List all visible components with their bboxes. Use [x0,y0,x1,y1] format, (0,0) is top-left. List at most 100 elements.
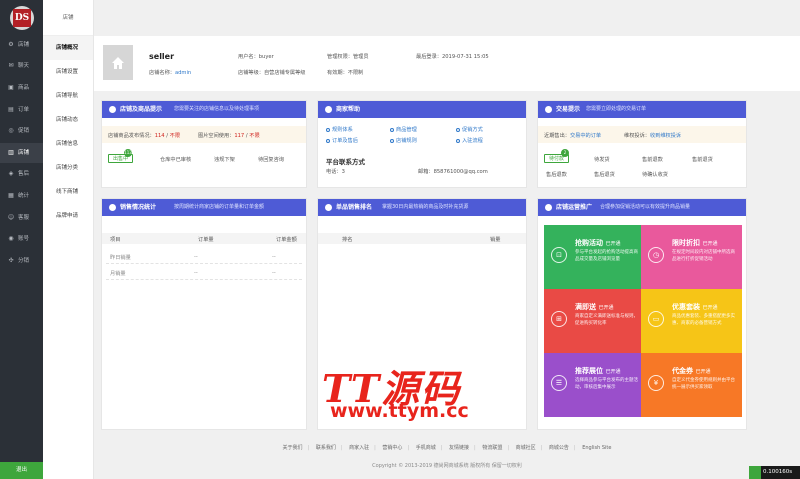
store-name-field: 店铺名称：admin [149,70,192,76]
sidebar-item-store[interactable]: ▥ 店铺 [0,143,43,163]
pre-refund-link[interactable]: 售前退款 [642,156,663,163]
divider [106,263,302,264]
subnav-item-categories[interactable]: 店铺分类 [43,156,93,180]
col-order-count: 订单量 [198,237,214,243]
subnav-item-settings[interactable]: 店铺设置 [43,60,93,84]
sidebar-item-goods[interactable]: ▣ 商品 [0,78,43,98]
ticket-icon: ▭ [648,311,664,327]
help-link-promo[interactable]: 促销方式 [456,126,483,133]
sidebar-item-orders[interactable]: ▤ 订单 [0,100,43,120]
help-link-store-rules[interactable]: 店铺规则 [390,137,417,144]
promo-tile-voucher[interactable]: ¥ 代金券 已开通 自定义代金券使用规则并由平台统一展示供买家领取 [641,353,742,417]
warehouse-link[interactable]: 仓库中已审核 [160,156,191,163]
sidebar-item-after-sales[interactable]: ◈ 售后 [0,164,43,184]
col-order-amount: 订单金额 [276,237,297,243]
promotion-panel: 店铺运营推广 合理参加促销活动可以有效提升商品销量 ⊡ 抢购活动 已开通 参与平台… [537,198,747,430]
subnav-item-info[interactable]: 店铺信息 [43,132,93,156]
footer-link[interactable]: 联系我们 [316,445,336,451]
col-item: 项目 [110,237,121,243]
user-icon: ◉ [8,235,14,242]
panel-header: 店铺运营推广 合理参加促销活动可以有效提升商品销量 [538,199,746,216]
promo-tile-time-discount[interactable]: ◷ 限时折扣 已开通 在规定时间段内对店铺中所选商品进行打折促销活动 [641,225,742,289]
debug-timer[interactable]: 0.100160s [749,466,800,479]
subnav-item-overview[interactable]: 店铺概况 [43,36,93,60]
main-sidebar: DS ⚙ 店铺 ✉ 聊天 ▣ 商品 ▤ 订单 ◎ 促销 ▥ 店铺 ◈ 售后 ▦ 统计 ☺ 客服 ◉… [0,0,43,479]
sidebar-item-promotion[interactable]: ◎ 促销 [0,121,43,141]
footer-link[interactable]: 商城社区 [516,445,536,451]
subnav-item-dynamics[interactable]: 店铺动态 [43,108,93,132]
footer-link[interactable]: 商家入驻 [349,445,369,451]
bag-icon: ⊡ [551,247,567,263]
merchant-help-panel: 商家帮助 规则体系 商品管理 促销方式 订单及售后 店铺规则 入驻流程 平台联系… [317,100,527,188]
store-icon [112,57,124,69]
sidebar-item-customer-service[interactable]: ☺ 客服 [0,208,43,228]
store-tips-panel: 店铺及商品提示 您需要关注的店铺信息以及待处理事项 店铺商品发布情况：114 / … [101,100,307,188]
table-cell: -- [272,254,276,260]
order-icon: ▤ [8,106,14,113]
footer-link[interactable]: 关于我们 [283,445,303,451]
sidebar-item-store-settings[interactable]: ⚙ 店铺 [0,35,43,55]
sidebar-item-account[interactable]: ◉ 账号 [0,229,43,249]
bell-icon [545,106,552,113]
promo-tile-booth[interactable]: ☰ 推荐展位 已开通 选择商品参与平台发布的主题活动，审核后集中展示 [544,353,645,417]
help-link-orders[interactable]: 订单及售后 [326,137,358,144]
table-cell: -- [194,270,198,276]
service-icon: ◈ [8,170,14,177]
trophy-icon [325,204,332,211]
footer-link[interactable]: 物流联盟 [482,445,502,451]
table-row: 月销量 [110,271,126,277]
sidebar-item-chat[interactable]: ✉ 聊天 [0,56,43,76]
panel-header: 销售情况统计 按周期统计商家店铺的订单量和订单金额 [102,199,306,216]
bell-icon [109,204,116,211]
help-link-rules[interactable]: 规则体系 [326,126,353,133]
sidebar-item-statistics[interactable]: ▦ 统计 [0,186,43,206]
table-cell: -- [272,270,276,276]
promo-tile-bundle[interactable]: ▭ 优惠套装 已开通 商品优惠套装、多重搭配更多实惠、商家的必备营销方式 [641,289,742,353]
store-subnav: 店铺 店铺概况 店铺设置 店铺导航 店铺动态 店铺信息 店铺分类 线下商铺 品牌… [43,0,94,479]
panel-header: 单品销售排名 掌握30日内最热销的商品及时补充货源 [318,199,526,216]
pending-payment-badge: 2 [561,149,569,157]
pending-ship-link[interactable]: 待发货 [594,156,610,163]
col-rank: 排名 [342,237,353,243]
after-refund-link[interactable]: 售后退款 [546,171,567,178]
after-return-link[interactable]: 售后退货 [594,171,615,178]
logo[interactable]: DS [10,6,34,30]
footer-link[interactable]: English Site [582,445,611,451]
info-icon [325,106,332,113]
gift-icon: ⊞ [551,311,567,327]
pre-return-link[interactable]: 售前退货 [692,156,713,163]
footer-link[interactable]: 营销中心 [382,445,402,451]
avatar [103,45,133,80]
platform-phone: 电话：3 [326,169,345,175]
store-level-field: 店铺等级：自营店铺专属等级 [238,70,306,76]
goods-count: 店铺商品发布情况：114 / 不限 [108,133,181,139]
sidebar-item-distribution[interactable]: ✣ 分销 [0,251,43,271]
subnav-item-navigation[interactable]: 店铺导航 [43,84,93,108]
chat-icon: ✉ [8,62,14,69]
share-icon: ✣ [8,257,14,264]
trade-tips-panel: 交易提示 您需要立即处理的交易订单 近期售出：交易中的订单 维权投诉：收到维权投诉… [537,100,747,188]
platform-contact-title: 平台联系方式 [326,158,365,166]
help-link-entry[interactable]: 入驻流程 [456,137,483,144]
footer-links: 关于我们 | 联系我们 | 商家入驻 | 营销中心 | 手机商城 | 友情链接 | 物流联盟… [282,445,612,451]
promo-tile-flash-sale[interactable]: ⊡ 抢购活动 已开通 参与平台发起的抢购活动提高商品成交量及店铺浏览量 [544,225,645,289]
yen-icon: ¥ [648,375,664,391]
clock-icon: ◷ [648,247,664,263]
album-usage: 图片空间使用：117 / 不限 [198,133,260,139]
pending-receipt-link[interactable]: 待确认收货 [642,171,668,178]
violation-link[interactable]: 违规下架 [214,156,235,163]
footer-link[interactable]: 友情链接 [449,445,469,451]
seller-name: seller [149,52,175,61]
expiry-field: 有效期：不限制 [327,70,364,76]
subnav-item-offline-store[interactable]: 线下商铺 [43,180,93,204]
logout-button[interactable]: 退出 [0,462,43,479]
footer-link[interactable]: 手机商城 [416,445,436,451]
timer-icon [749,466,761,479]
help-link-goods[interactable]: 商品管理 [390,126,417,133]
promo-tile-full-gift[interactable]: ⊞ 满即送 已开通 商家自定义满即送标准与规则，促进购买转化率 [544,289,645,353]
consult-link[interactable]: 待回复咨询 [258,156,284,163]
footer-link[interactable]: 商城公告 [549,445,569,451]
subnav-item-brand-apply[interactable]: 品牌申请 [43,204,93,228]
list-icon: ☰ [551,375,567,391]
subnav-title: 店铺 [43,0,93,36]
